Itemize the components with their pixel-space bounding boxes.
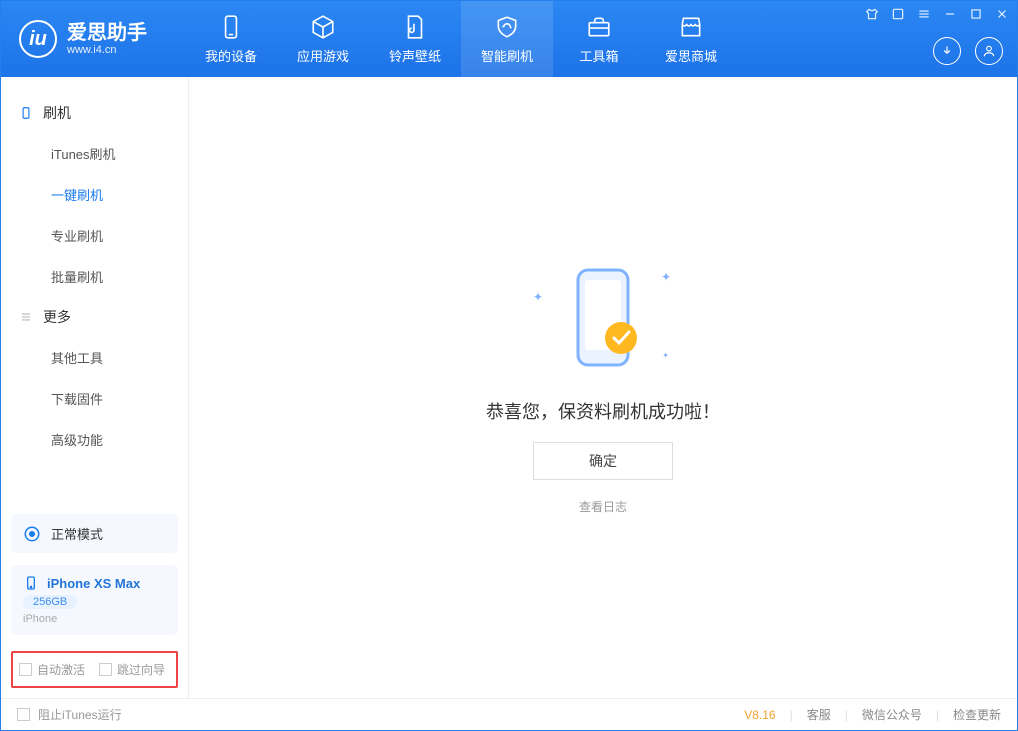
device-name: iPhone XS Max — [47, 576, 140, 591]
nav-my-device[interactable]: 我的设备 — [185, 1, 277, 77]
body: 刷机 iTunes刷机 一键刷机 专业刷机 批量刷机 更多 其他工具 下载固件 … — [1, 77, 1017, 698]
maximize-icon[interactable] — [969, 7, 983, 21]
storage-badge: 256GB — [23, 595, 77, 609]
download-button[interactable] — [933, 37, 961, 65]
nav-toolbox[interactable]: 工具箱 — [553, 1, 645, 77]
group-title: 刷机 — [43, 103, 71, 123]
nav-store[interactable]: 爱思商城 — [645, 1, 737, 77]
wechat-link[interactable]: 微信公众号 — [862, 706, 922, 723]
sidebar: 刷机 iTunes刷机 一键刷机 专业刷机 批量刷机 更多 其他工具 下载固件 … — [1, 77, 189, 698]
app-subtitle: www.i4.cn — [67, 44, 147, 56]
window-controls — [865, 7, 1009, 21]
close-icon[interactable] — [995, 7, 1009, 21]
nav-label: 铃声壁纸 — [389, 46, 441, 65]
mode-label: 正常模式 — [51, 524, 103, 543]
version-label: V8.16 — [744, 708, 775, 722]
user-icon — [982, 44, 996, 58]
sidebar-item-pro-flash[interactable]: 专业刷机 — [1, 215, 188, 256]
option-label: 跳过向导 — [117, 661, 165, 678]
success-message: 恭喜您，保资料刷机成功啦！ — [486, 398, 720, 424]
nav-apps-games[interactable]: 应用游戏 — [277, 1, 369, 77]
skip-guide-option[interactable]: 跳过向导 — [99, 661, 165, 678]
options-highlight-box: 自动激活 跳过向导 — [11, 651, 178, 688]
app-title: 爱思助手 — [67, 22, 147, 44]
auto-activate-option[interactable]: 自动激活 — [19, 661, 85, 678]
nav-ringtone-wallpaper[interactable]: 铃声壁纸 — [369, 1, 461, 77]
music-file-icon — [402, 14, 428, 40]
group-title: 更多 — [43, 307, 71, 327]
nav-label: 应用游戏 — [297, 46, 349, 65]
device-type: iPhone — [23, 613, 166, 625]
store-icon — [678, 14, 704, 40]
sidebar-item-advanced[interactable]: 高级功能 — [1, 419, 188, 460]
sidebar-group-flash: 刷机 — [1, 93, 188, 133]
nav-label: 爱思商城 — [665, 46, 717, 65]
minimize-icon[interactable] — [943, 7, 957, 21]
sidebar-item-other-tools[interactable]: 其他工具 — [1, 337, 188, 378]
toolbox-icon — [586, 14, 612, 40]
feedback-icon[interactable] — [891, 7, 905, 21]
titlebar: iu 爱思助手 www.i4.cn 我的设备 应用游戏 铃声壁纸 智能刷机 — [1, 1, 1017, 77]
sidebar-item-itunes-flash[interactable]: iTunes刷机 — [1, 133, 188, 174]
mode-icon — [23, 525, 41, 543]
skin-icon[interactable] — [865, 7, 879, 21]
logo-area: iu 爱思助手 www.i4.cn — [1, 20, 165, 58]
nav-smart-flash[interactable]: 智能刷机 — [461, 1, 553, 77]
menu-icon[interactable] — [917, 7, 931, 21]
phone-icon — [23, 575, 39, 591]
footer: 阻止iTunes运行 V8.16 | 客服 | 微信公众号 | 检查更新 — [1, 698, 1017, 730]
view-log-link[interactable]: 查看日志 — [579, 498, 627, 515]
checkbox-icon[interactable] — [17, 708, 30, 721]
success-illustration: ✦ ✦ ✦ — [543, 260, 663, 380]
app-window: iu 爱思助手 www.i4.cn 我的设备 应用游戏 铃声壁纸 智能刷机 — [0, 0, 1018, 731]
block-itunes-label[interactable]: 阻止iTunes运行 — [38, 706, 122, 723]
main-nav: 我的设备 应用游戏 铃声壁纸 智能刷机 工具箱 爱思商城 — [185, 1, 737, 77]
user-controls — [933, 37, 1003, 65]
sidebar-item-oneclick-flash[interactable]: 一键刷机 — [1, 174, 188, 215]
nav-label: 我的设备 — [205, 46, 257, 65]
app-logo-icon: iu — [19, 20, 57, 58]
nav-label: 智能刷机 — [481, 46, 533, 65]
option-label: 自动激活 — [37, 661, 85, 678]
phone-icon — [218, 14, 244, 40]
sidebar-item-batch-flash[interactable]: 批量刷机 — [1, 256, 188, 297]
refresh-shield-icon — [494, 14, 520, 40]
support-link[interactable]: 客服 — [807, 706, 831, 723]
phone-success-icon — [543, 260, 663, 380]
device-box[interactable]: iPhone XS Max 256GB iPhone — [11, 565, 178, 635]
device-icon — [19, 106, 33, 120]
main-content: ✦ ✦ ✦ 恭喜您，保资料刷机成功啦！ 确定 查看日志 — [189, 77, 1017, 698]
list-icon — [19, 310, 33, 324]
nav-label: 工具箱 — [579, 46, 618, 65]
user-button[interactable] — [975, 37, 1003, 65]
checkbox-icon[interactable] — [19, 663, 32, 676]
checkbox-icon[interactable] — [99, 663, 112, 676]
sidebar-group-more: 更多 — [1, 297, 188, 337]
mode-box[interactable]: 正常模式 — [11, 514, 178, 553]
confirm-button[interactable]: 确定 — [533, 442, 673, 480]
cube-icon — [310, 14, 336, 40]
check-update-link[interactable]: 检查更新 — [953, 706, 1001, 723]
download-icon — [940, 44, 954, 58]
sidebar-item-download-firmware[interactable]: 下载固件 — [1, 378, 188, 419]
